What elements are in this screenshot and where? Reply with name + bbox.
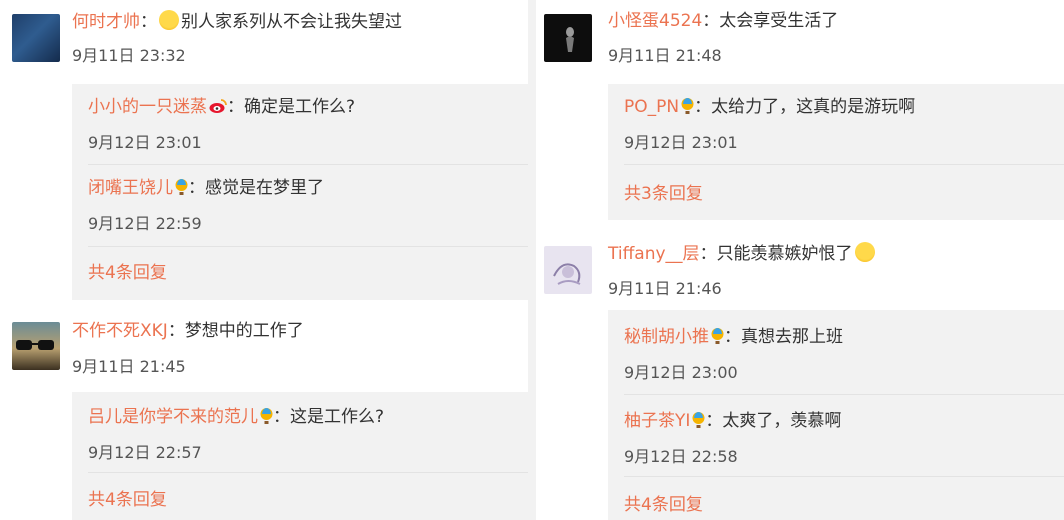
- divider: [624, 164, 1064, 165]
- reply-text: 这是工作么?: [290, 407, 385, 427]
- reply-username[interactable]: PO_PN: [624, 97, 679, 117]
- divider: [624, 476, 1064, 477]
- reply-time: 9月12日 23:01: [624, 133, 738, 152]
- reply-time: 9月12日 23:01: [88, 133, 202, 152]
- right-comment-column: 小怪蛋4524：太会享受生活了 9月11日 21:48 PO_PN ：太给力了，这…: [536, 0, 1064, 520]
- divider: [88, 246, 528, 247]
- reply-time: 9月12日 22:57: [88, 443, 202, 462]
- reply-line: 吕儿是你学不来的范儿 ：这是工作么?: [88, 407, 385, 427]
- comment-username[interactable]: 何时才帅: [72, 12, 140, 32]
- comment-text: 只能羡慕嫉妒恨了: [716, 244, 853, 264]
- hot-air-balloon-icon: [692, 412, 705, 429]
- left-comment-column: 何时才帅： 别人家系列从不会让我失望过 9月11日 23:32 小小的一只迷蒸 ：确…: [0, 0, 528, 520]
- more-replies-link[interactable]: 共4条回复: [624, 494, 703, 516]
- hot-air-balloon-icon: [711, 328, 724, 345]
- comment-line: 不作不死XKJ：梦想中的工作了: [72, 321, 304, 341]
- divider: [88, 472, 528, 473]
- comment-item: 不作不死XKJ：梦想中的工作了 9月11日 21:45 吕儿是你学不来的范儿 ：这…: [0, 306, 528, 520]
- more-replies-link[interactable]: 共4条回复: [88, 262, 167, 284]
- comment-line: 小怪蛋4524：太会享受生活了: [608, 11, 839, 31]
- comment-line: Tiffany__层：只能羡慕嫉妒恨了: [608, 242, 877, 265]
- comment-item: Tiffany__层：只能羡慕嫉妒恨了 9月11日 21:46 秘制胡小推 ：真想…: [536, 228, 1064, 520]
- comment-username[interactable]: 不作不死XKJ: [72, 321, 168, 341]
- hot-air-balloon-icon: [175, 179, 188, 196]
- comment-item: 小怪蛋4524：太会享受生活了 9月11日 21:48 PO_PN ：太给力了，这…: [536, 0, 1064, 224]
- reply-box: 吕儿是你学不来的范儿 ：这是工作么? 9月12日 22:57 共4条回复: [72, 392, 528, 520]
- reply-time: 9月12日 22:59: [88, 214, 202, 233]
- comment-item: 何时才帅： 别人家系列从不会让我失望过 9月11日 23:32 小小的一只迷蒸 ：确…: [0, 0, 528, 300]
- hot-air-balloon-icon: [260, 408, 273, 425]
- comment-text: 别人家系列从不会让我失望过: [181, 12, 402, 32]
- reply-username[interactable]: 闭嘴王饶儿: [88, 178, 173, 198]
- reply-text: 真想去那上班: [741, 327, 843, 347]
- reply-text: 感觉是在梦里了: [205, 178, 324, 198]
- weibo-logo-icon: [209, 98, 227, 114]
- reply-text: 确定是工作么?: [244, 97, 356, 117]
- comment-time: 9月11日 21:48: [608, 46, 722, 65]
- laughing-emoji-icon: [159, 10, 179, 30]
- divider: [88, 164, 528, 165]
- reply-username[interactable]: 小小的一只迷蒸: [88, 97, 207, 117]
- reply-box: 小小的一只迷蒸 ：确定是工作么? 9月12日 23:01 闭嘴王饶儿 ：感觉是在梦里…: [72, 84, 528, 300]
- hot-air-balloon-icon: [681, 98, 694, 115]
- sketch-avatar[interactable]: [544, 246, 592, 294]
- more-replies-link[interactable]: 共3条回复: [624, 183, 703, 205]
- reply-text: 太给力了，这真的是游玩啊: [711, 97, 916, 117]
- sunglasses-avatar[interactable]: [12, 322, 60, 370]
- reply-username[interactable]: 秘制胡小推: [624, 327, 709, 347]
- black-figure-avatar[interactable]: [544, 14, 592, 62]
- dark-blue-square-avatar[interactable]: [12, 14, 60, 62]
- reply-box: PO_PN ：太给力了，这真的是游玩啊 9月12日 23:01 共3条回复: [608, 84, 1064, 220]
- divider: [624, 394, 1064, 395]
- comment-line: 何时才帅： 别人家系列从不会让我失望过: [72, 10, 402, 32]
- comment-username[interactable]: 小怪蛋4524: [608, 11, 702, 31]
- comment-username[interactable]: Tiffany__层: [608, 244, 700, 264]
- reply-username[interactable]: 吕儿是你学不来的范儿: [88, 407, 258, 427]
- reply-line: 闭嘴王饶儿 ：感觉是在梦里了: [88, 178, 324, 198]
- reply-line: 小小的一只迷蒸 ：确定是工作么?: [88, 97, 356, 117]
- comment-time: 9月11日 23:32: [72, 46, 186, 65]
- reply-time: 9月12日 22:58: [624, 447, 738, 466]
- reply-text: 太爽了，羡慕啊: [722, 411, 842, 431]
- more-replies-link[interactable]: 共4条回复: [88, 489, 167, 511]
- comment-text: 梦想中的工作了: [184, 321, 304, 341]
- comment-time: 9月11日 21:46: [608, 279, 722, 298]
- reply-line: 秘制胡小推 ：真想去那上班: [624, 327, 843, 347]
- laughing-emoji-icon: [854, 242, 875, 262]
- reply-box: 秘制胡小推 ：真想去那上班 9月12日 23:00 柚子茶YI ：太爽了，羡慕啊 9…: [608, 310, 1064, 520]
- reply-line: 柚子茶YI ：太爽了，羡慕啊: [624, 411, 842, 431]
- comment-text: 太会享受生活了: [719, 11, 839, 31]
- reply-time: 9月12日 23:00: [624, 363, 738, 382]
- reply-line: PO_PN ：太给力了，这真的是游玩啊: [624, 97, 916, 117]
- reply-username[interactable]: 柚子茶YI: [624, 411, 690, 431]
- comment-time: 9月11日 21:45: [72, 357, 186, 376]
